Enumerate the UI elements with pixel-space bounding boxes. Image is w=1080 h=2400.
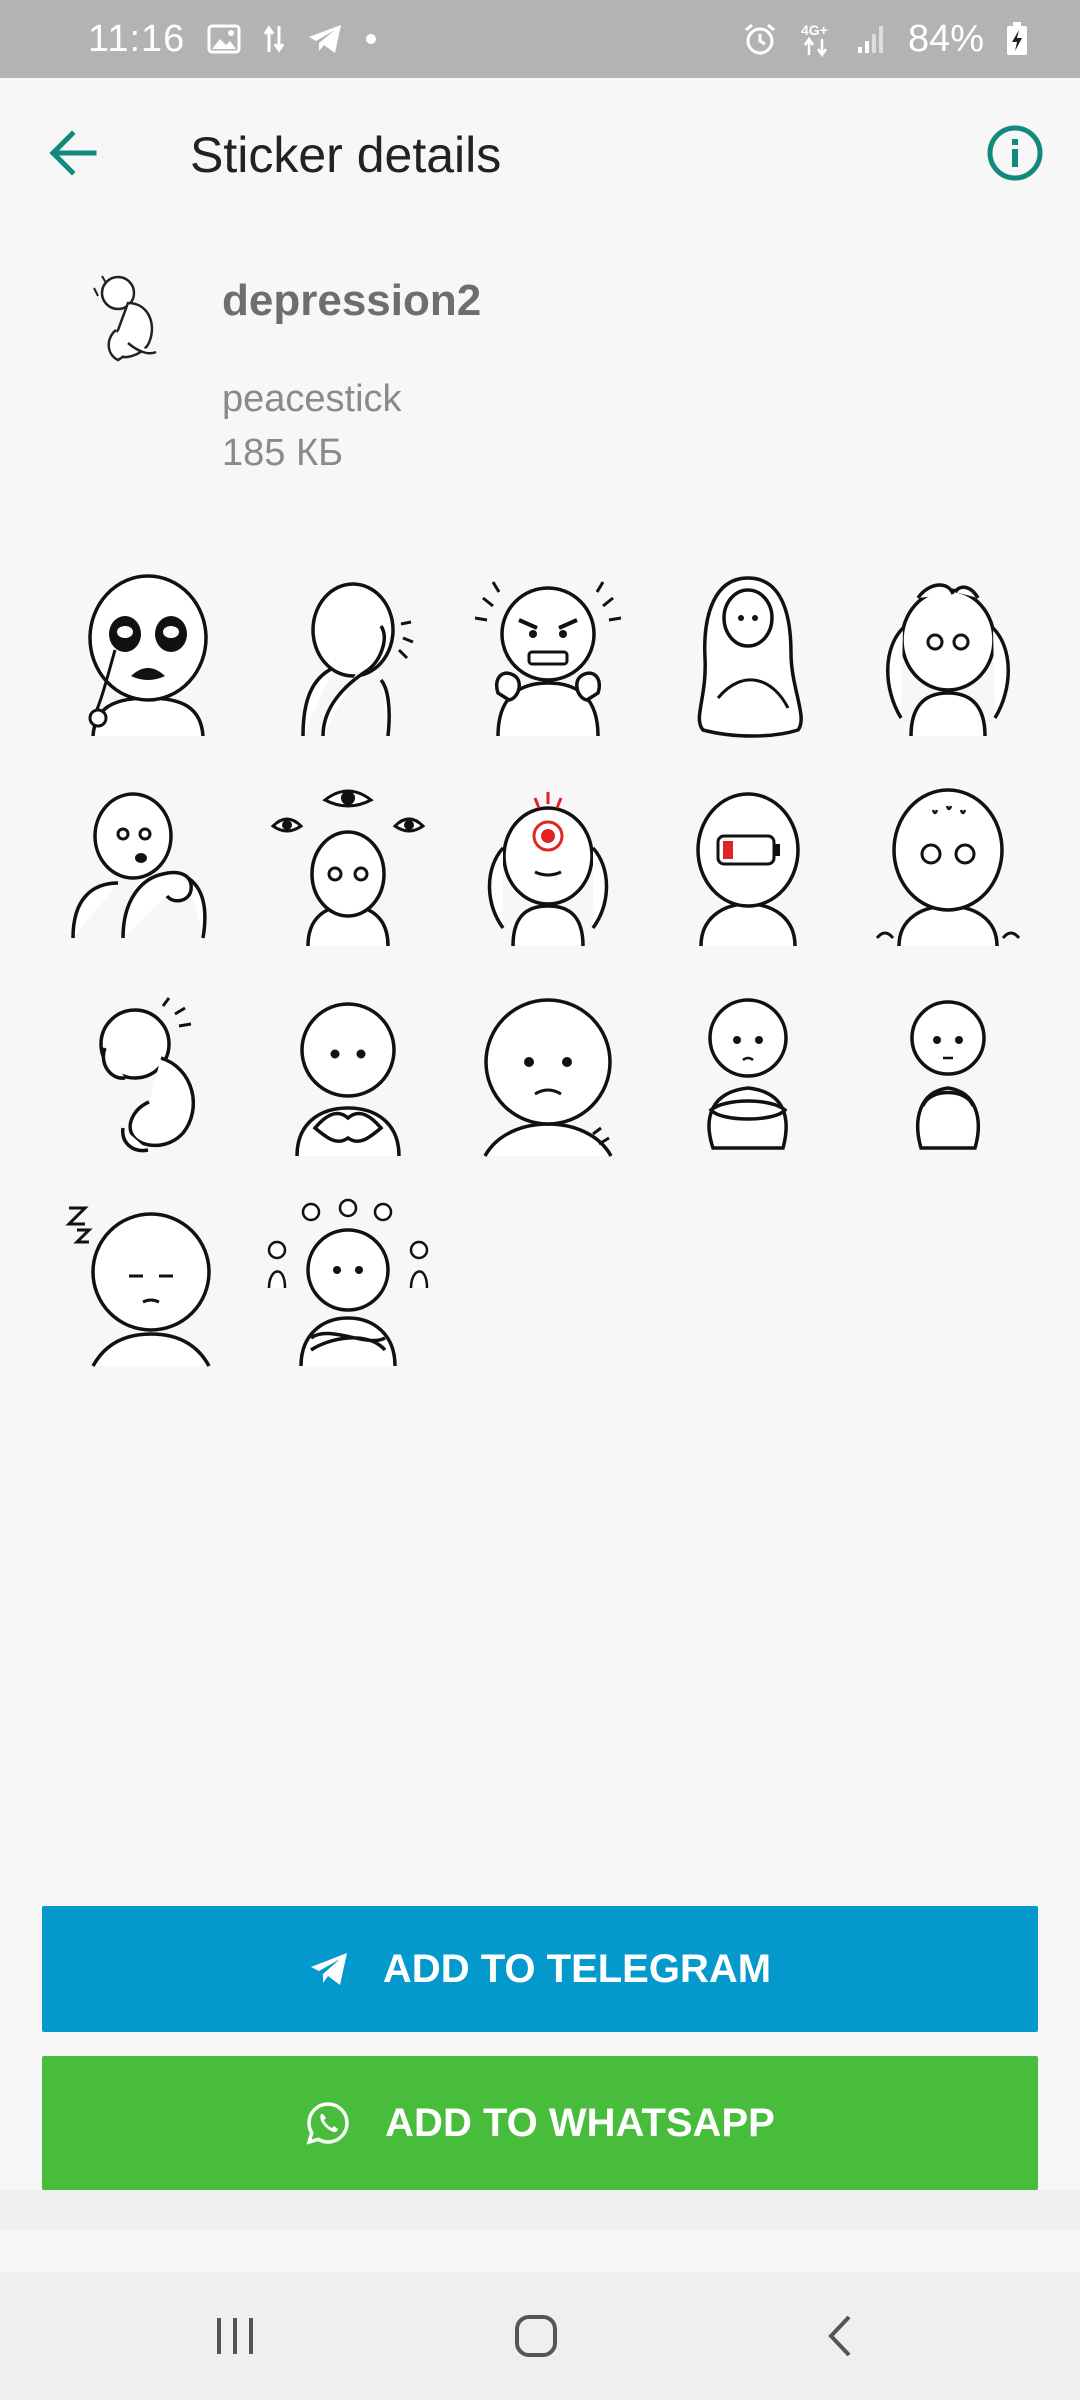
nail-biting-icon: [71, 792, 207, 939]
whatsapp-icon: [305, 2100, 351, 2146]
sad-face-icon: [483, 998, 613, 1157]
sticker-crowd-arms-crossed[interactable]: [248, 1178, 448, 1388]
low-battery-icon: [696, 792, 800, 947]
status-bar: 11:16 4G+ 84%: [0, 0, 1080, 78]
recents-icon: [217, 2318, 253, 2354]
angry-fists-icon: [474, 581, 622, 737]
crowd-arms-crossed-icon: [267, 1198, 429, 1367]
pack-name: depression2: [222, 276, 482, 325]
pack-author: peacestick: [222, 378, 402, 420]
back-icon: [828, 2315, 851, 2357]
data-transfer-icon: [263, 24, 285, 54]
sticker-nail-biting[interactable]: [48, 758, 248, 968]
add-to-whatsapp-label: ADD TO WHATSAPP: [385, 2100, 775, 2145]
head-in-hands-icon: [886, 583, 1010, 737]
signal-icon: [856, 23, 886, 55]
gallery-icon: [207, 24, 241, 54]
sticker-blanket-wrap[interactable]: [648, 548, 848, 758]
network-4g-label: 4G+: [801, 22, 828, 38]
page-title: Sticker details: [190, 127, 502, 183]
add-to-telegram-label: ADD TO TELEGRAM: [382, 1946, 772, 1991]
sticker-crying-face[interactable]: [48, 548, 248, 758]
blanket-wrap-icon: [697, 576, 803, 738]
sticker-head-in-hands[interactable]: [848, 548, 1048, 758]
sitting-hug-knees-icon: [707, 998, 788, 1150]
crying-face-icon: [88, 574, 208, 737]
curled-up-thumbnail-icon: [93, 275, 157, 362]
battery-charging-icon: [1006, 22, 1028, 56]
watched-by-eyes-icon: [270, 789, 426, 947]
sticker-facepalm[interactable]: [248, 548, 448, 758]
sticker-grid: [48, 548, 1032, 1388]
dot-icon: [365, 33, 377, 45]
sticker-sitting-knees[interactable]: [848, 968, 1048, 1178]
network-4g-icon: 4G+: [800, 21, 834, 57]
facepalm-icon: [301, 582, 414, 737]
status-time: 11:16: [88, 17, 186, 60]
nav-back-button[interactable]: [795, 2300, 885, 2372]
sticker-watched-by-eyes[interactable]: [248, 758, 448, 968]
sitting-knees-icon: [910, 1000, 986, 1150]
info-icon: [987, 125, 1043, 181]
home-icon: [515, 2315, 557, 2357]
telegram-icon: [309, 1951, 349, 1987]
alarm-icon: [742, 22, 778, 56]
telegram-icon: [307, 23, 343, 55]
app-bar: Sticker details: [0, 78, 1080, 228]
curled-up-lying-icon: [99, 997, 196, 1153]
sticker-curled-up-lying[interactable]: [48, 968, 248, 1178]
pack-size: 185 КБ: [222, 432, 344, 474]
sticker-low-battery[interactable]: [648, 758, 848, 968]
sticker-shivering[interactable]: [848, 758, 1048, 968]
status-left: 11:16: [88, 18, 377, 61]
sticker-sitting-hug-knees[interactable]: [648, 968, 848, 1178]
info-button[interactable]: [982, 120, 1048, 186]
hands-together-icon: [295, 1002, 401, 1157]
sleeping-zzz-icon: [65, 1206, 211, 1367]
shivering-icon: [875, 788, 1021, 947]
headache-target-icon: [487, 792, 609, 947]
back-button[interactable]: [40, 120, 106, 186]
pack-thumbnail: [88, 268, 178, 368]
recents-button[interactable]: [190, 2300, 280, 2372]
add-to-whatsapp-button[interactable]: ADD TO WHATSAPP: [42, 2056, 1038, 2190]
sticker-headache-target[interactable]: [448, 758, 648, 968]
arrow-left-icon: [49, 130, 97, 176]
bottom-spacer: [0, 2190, 1080, 2230]
add-to-telegram-button[interactable]: ADD TO TELEGRAM: [42, 1906, 1038, 2032]
home-button[interactable]: [491, 2300, 581, 2372]
system-nav-bar: [0, 2272, 1080, 2400]
sticker-sad-face[interactable]: [448, 968, 648, 1178]
sticker-hands-together[interactable]: [248, 968, 448, 1178]
sticker-angry-fists[interactable]: [448, 548, 648, 758]
status-right: 4G+ 84%: [742, 18, 1028, 61]
battery-percent: 84%: [907, 17, 984, 60]
sticker-sleeping-zzz[interactable]: [48, 1178, 248, 1388]
